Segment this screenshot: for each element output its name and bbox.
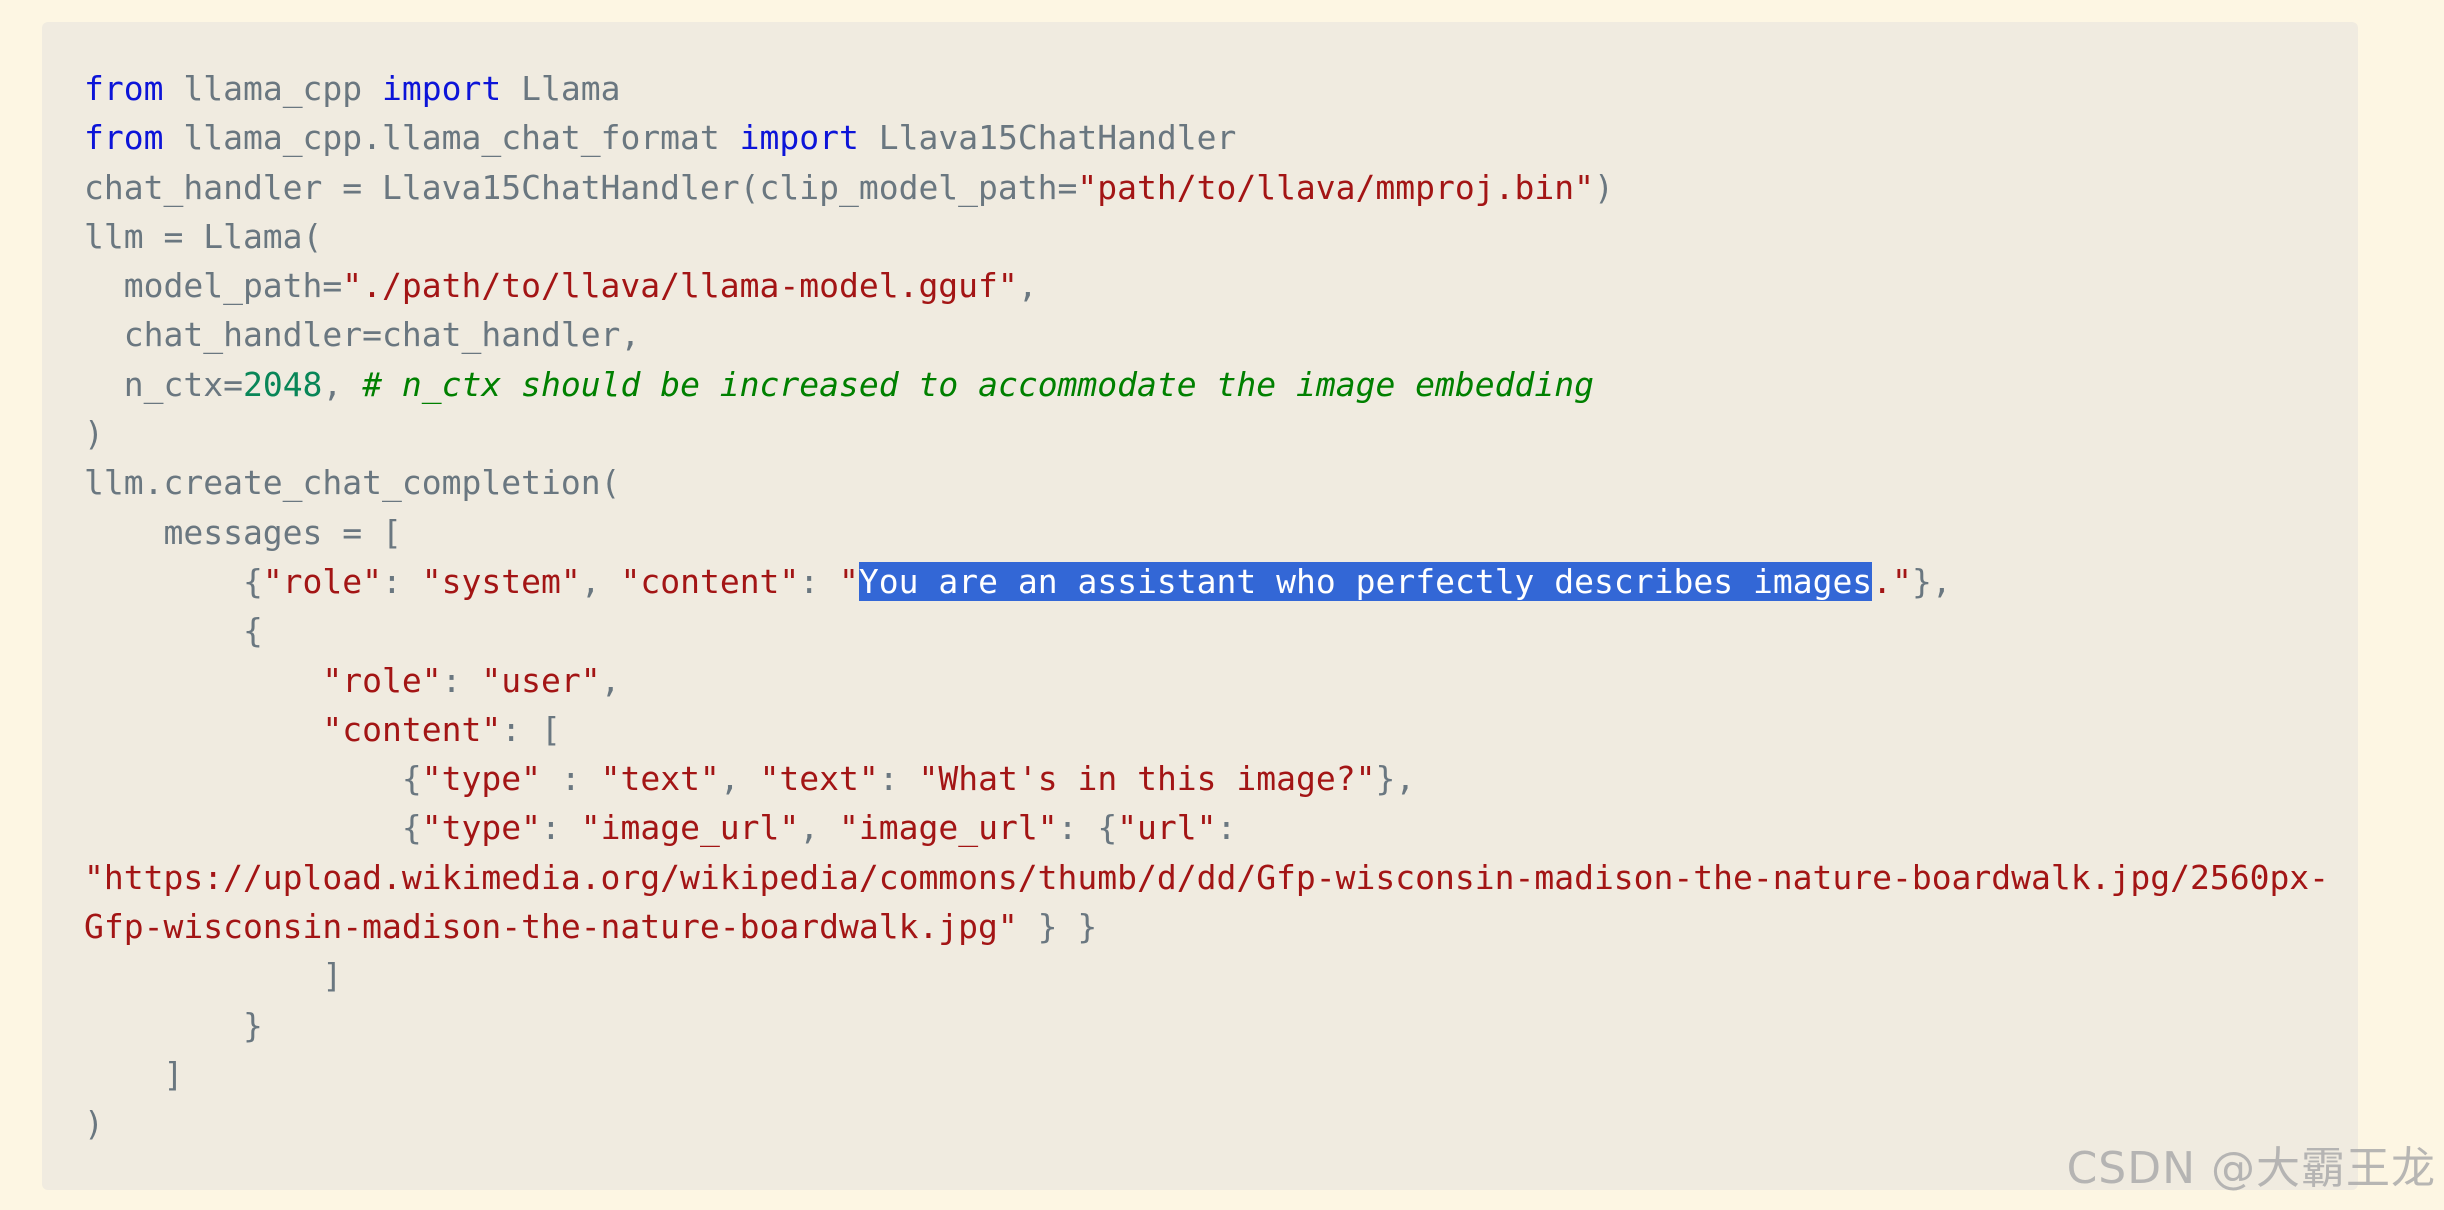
- code-token: {: [84, 808, 422, 848]
- code-token: : {: [1057, 808, 1118, 848]
- code-token: :: [799, 561, 840, 601]
- code-token: ,: [799, 808, 840, 848]
- string-token: "What's in this image?": [918, 759, 1376, 799]
- code-line: ]: [84, 951, 2316, 1000]
- code-token: Llava15ChatHandler: [858, 118, 1237, 158]
- code-token: :: [878, 759, 919, 799]
- string-token: "content": [620, 561, 800, 601]
- code-token: n_ctx=: [84, 364, 243, 404]
- code-token: :: [441, 660, 482, 700]
- string-token: "image_url": [839, 808, 1058, 848]
- code-token: {: [84, 561, 263, 601]
- string-token: "url": [1117, 808, 1217, 848]
- string-token: "./path/to/llava/llama-model.gguf": [342, 266, 1018, 306]
- code-line: n_ctx=2048, # n_ctx should be increased …: [84, 360, 2316, 409]
- keyword-token: import: [382, 69, 502, 108]
- code-token: ,: [580, 561, 621, 601]
- code-token: {: [84, 759, 422, 799]
- code-line: {"type": "image_url", "image_url": {"url…: [84, 803, 2316, 852]
- keyword-token: import: [739, 118, 859, 158]
- string-token: "image_url": [580, 808, 800, 848]
- code-line: from llama_cpp.llama_chat_format import …: [84, 113, 2316, 162]
- code-line: ): [84, 409, 2316, 458]
- code-line: model_path="./path/to/llava/llama-model.…: [84, 261, 2316, 310]
- comment-token: # n_ctx should be increased to accommoda…: [362, 364, 1594, 404]
- code-line: "role": "user",: [84, 656, 2316, 705]
- code-token: :: [540, 759, 601, 799]
- string-token: "content": [322, 709, 502, 749]
- code-token: ): [84, 414, 104, 454]
- string-token: "user": [481, 660, 601, 700]
- string-token: "type": [421, 759, 541, 799]
- code-line: ]: [84, 1050, 2316, 1099]
- code-line: chat_handler = Llava15ChatHandler(clip_m…: [84, 163, 2316, 212]
- code-token: :: [382, 561, 422, 601]
- code-line: {"role": "system", "content": "You are a…: [84, 557, 2316, 606]
- code-line: llm.create_chat_completion(: [84, 458, 2316, 507]
- code-token: ]: [84, 1054, 184, 1094]
- code-token: model_path=: [84, 266, 343, 306]
- code-token: } }: [1017, 907, 1098, 947]
- string-token: "https://upload.wikimedia.org/wikipedia/…: [84, 857, 2330, 897]
- code-token: ]: [84, 956, 343, 996]
- code-token: llm = Llama(: [84, 216, 323, 256]
- code-token: chat_handler = Llava15ChatHandler(clip_m…: [84, 167, 1078, 207]
- code-line: ): [84, 1099, 2316, 1148]
- code-token: chat_handler=chat_handler,: [84, 315, 641, 355]
- code-line: {"type" : "text", "text": "What's in thi…: [84, 754, 2316, 803]
- code-token: :: [1216, 808, 1237, 848]
- code-line: }: [84, 1001, 2316, 1050]
- code-line: Gfp-wisconsin-madison-the-nature-boardwa…: [84, 902, 2316, 951]
- string-token: "role": [322, 660, 442, 700]
- code-token: ,: [600, 660, 621, 700]
- number-token: 2048: [242, 364, 323, 404]
- code-token: ,: [1017, 266, 1038, 306]
- string-token: "type": [421, 808, 541, 848]
- code-token: ,: [719, 759, 760, 799]
- code-token: llama_cpp: [163, 69, 383, 108]
- selected-text: You are an assistant who perfectly descr…: [858, 561, 1873, 601]
- string-token: "system": [421, 561, 581, 601]
- code-token: :: [540, 808, 581, 848]
- code-line: llm = Llama(: [84, 212, 2316, 261]
- string-token: "text": [759, 759, 879, 799]
- string-token: ": [839, 561, 859, 601]
- code-line: chat_handler=chat_handler,: [84, 310, 2316, 359]
- string-token: "role": [262, 561, 383, 601]
- code-token: ): [84, 1104, 104, 1144]
- code-block[interactable]: from llama_cpp import Llama from llama_cp…: [42, 22, 2358, 1190]
- code-lines: from llama_cpp import Llama from llama_cp…: [84, 64, 2329, 1149]
- code-token: messages = [: [84, 512, 402, 552]
- code-line: from llama_cpp import Llama: [84, 64, 2316, 113]
- keyword-token: from: [84, 69, 164, 108]
- watermark: CSDN @大霸王龙: [2066, 1143, 2436, 1194]
- code-line: "https://upload.wikimedia.org/wikipedia/…: [84, 853, 2329, 902]
- code-token: {: [84, 611, 263, 651]
- code-token: }: [84, 1005, 263, 1045]
- string-token: "path/to/llava/mmproj.bin": [1077, 167, 1594, 207]
- code-token: ): [1593, 167, 1614, 207]
- code-line: "content": [: [84, 705, 2316, 754]
- code-token: },: [1375, 759, 1416, 799]
- code-token: ,: [322, 364, 363, 404]
- code-token: llama_cpp.llama_chat_format: [163, 118, 740, 158]
- keyword-token: from: [84, 118, 164, 158]
- code-line: messages = [: [84, 508, 2316, 557]
- string-token: .": [1872, 561, 1912, 601]
- code-token: llm.create_chat_completion(: [84, 463, 621, 503]
- code-token: : [: [501, 709, 561, 749]
- string-token: "text": [600, 759, 720, 799]
- code-token: },: [1911, 561, 1952, 601]
- string-token: Gfp-wisconsin-madison-the-nature-boardwa…: [84, 907, 1018, 947]
- code-line: {: [84, 606, 2316, 655]
- code-token: Llama: [501, 69, 621, 108]
